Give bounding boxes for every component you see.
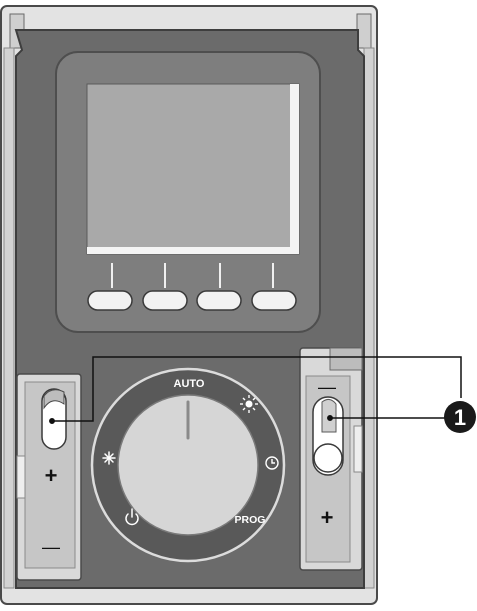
callout-number: 1 <box>454 405 466 430</box>
soft-button-4[interactable] <box>251 290 297 311</box>
soft-button-1[interactable] <box>87 290 133 311</box>
snowflake-icon <box>102 451 116 465</box>
prog-label: PROG <box>235 514 266 526</box>
right-plus-label: + <box>321 505 334 530</box>
mode-dial[interactable] <box>90 367 286 563</box>
left-minus-label: — <box>42 537 60 557</box>
left-plus-label: + <box>45 463 58 488</box>
auto-label: AUTO <box>174 378 205 390</box>
lcd-screen <box>86 83 300 255</box>
soft-button-3[interactable] <box>196 290 242 311</box>
soft-button-2[interactable] <box>142 290 188 311</box>
thermostat-diagram: AUTO PROG + — — + 1 <box>0 0 477 606</box>
right-slider-knob[interactable] <box>312 396 344 476</box>
right-minus-label: — <box>318 377 336 397</box>
